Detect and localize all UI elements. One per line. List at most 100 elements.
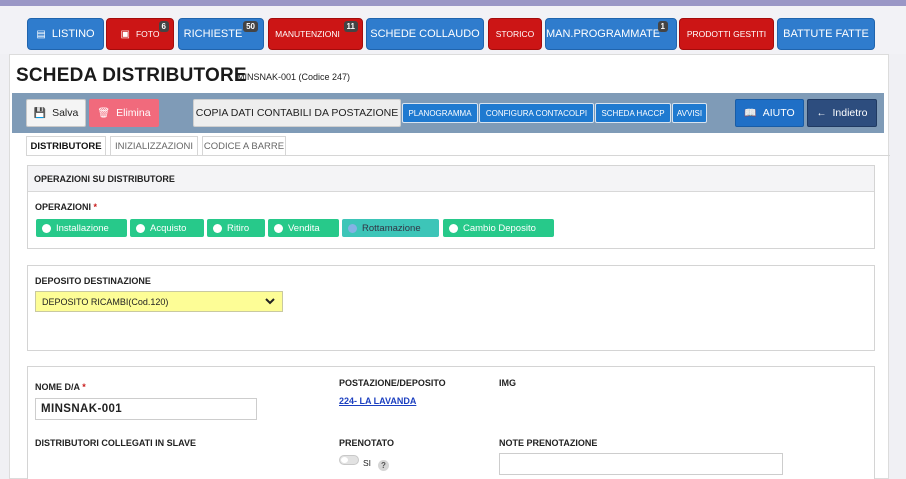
schede-collaudo-button[interactable]: SCHEDE COLLAUDO xyxy=(366,18,484,50)
manutenzioni-label: MANUTENZIONI xyxy=(275,29,340,39)
manutenzioni-button[interactable]: MANUTENZIONI 11 xyxy=(268,18,363,50)
radio-vendita[interactable]: Vendita xyxy=(268,219,339,237)
foto-label: FOTO xyxy=(135,29,160,39)
image-icon: ▣ xyxy=(120,28,130,40)
postazione-label: POSTAZIONE/DEPOSITO xyxy=(339,378,446,388)
deposito-label: DEPOSITO DESTINAZIONE xyxy=(35,276,151,286)
postazione-link[interactable]: 224- LA LAVANDA xyxy=(339,396,416,406)
tab-divider xyxy=(26,155,890,156)
chevron-down-icon xyxy=(265,297,275,307)
toggle-knob xyxy=(341,457,348,463)
planogramma-label: PLANOGRAMMA xyxy=(408,108,472,118)
foto-badge: 6 xyxy=(158,21,169,32)
radio-label: Cambio Deposito xyxy=(463,222,536,234)
prenotato-toggle[interactable] xyxy=(339,455,359,465)
radio-circle xyxy=(42,223,51,233)
prodotti-gestiti-label: PRODOTTI GESTITI xyxy=(686,29,767,39)
required-mark: * xyxy=(93,202,98,212)
radio-cambio-deposito[interactable]: Cambio Deposito xyxy=(443,219,554,237)
save-button[interactable]: 💾 Salva xyxy=(26,99,86,127)
dettagli-panel: NOME D/A * MINSNAK-001 POSTAZIONE/DEPOSI… xyxy=(27,366,875,479)
nome-label-text: NOME D/A xyxy=(35,382,80,392)
help-icon[interactable]: ? xyxy=(378,460,389,471)
man-programmate-label: MAN.PROGRAMMATE xyxy=(545,28,661,40)
battute-fatte-button[interactable]: BATTUTE FATTE xyxy=(777,18,875,50)
arrow-left-icon: ← xyxy=(816,107,827,119)
radio-installazione[interactable]: Installazione xyxy=(36,219,127,237)
manutenzioni-badge: 11 xyxy=(343,21,358,32)
radio-circle xyxy=(348,223,357,233)
img-label: IMG xyxy=(499,378,516,388)
prenotato-toggle-label: SI xyxy=(363,458,372,468)
main-card: SCHEDA DISTRIBUTORE MINSNAK-001 (Codice … xyxy=(9,54,890,479)
tab-codice-a-barre[interactable]: CODICE A BARRE xyxy=(202,136,286,156)
storico-button[interactable]: STORICO xyxy=(488,18,542,50)
listino-button[interactable]: ▤ LISTINO xyxy=(27,18,104,50)
radio-rottamazione[interactable]: Rottamazione xyxy=(342,219,439,237)
richieste-button[interactable]: RICHIESTE 50 xyxy=(178,18,264,50)
copia-dati-label: COPIA DATI CONTABILI DA POSTAZIONE xyxy=(195,107,399,119)
operazioni-label: OPERAZIONI * xyxy=(35,202,97,212)
storico-label: STORICO xyxy=(495,29,535,39)
save-icon: 💾 xyxy=(33,107,47,119)
deposito-panel: DEPOSITO DESTINAZIONE DEPOSITO RICAMBI(C… xyxy=(27,265,875,351)
radio-label: Ritiro xyxy=(227,222,250,234)
deposito-select[interactable]: DEPOSITO RICAMBI(Cod.120) xyxy=(35,291,283,312)
page-title: SCHEDA DISTRIBUTORE xyxy=(16,65,247,86)
radio-circle xyxy=(274,223,283,233)
prenotato-label: PRENOTATO xyxy=(339,438,395,448)
page-subtitle: MINSNAK-001 (Codice 247) xyxy=(237,72,351,82)
listino-label: LISTINO xyxy=(51,28,95,40)
back-label: Indietro xyxy=(832,107,868,119)
man-programmate-badge: 1 xyxy=(657,21,668,32)
delete-label: Elimina xyxy=(116,107,151,119)
configura-contacolpi-button[interactable]: CONFIGURA CONTACOLPI xyxy=(479,103,594,123)
prodotti-gestiti-button[interactable]: PRODOTTI GESTITI xyxy=(679,18,774,50)
trash-icon: 🗑 xyxy=(97,107,111,119)
list-icon: ▤ xyxy=(36,28,46,40)
tab-inizializzazioni[interactable]: INIZIALIZZAZIONI xyxy=(110,136,198,156)
copia-dati-button[interactable]: COPIA DATI CONTABILI DA POSTAZIONE xyxy=(193,99,401,127)
deposito-select-value: DEPOSITO RICAMBI(Cod.120) xyxy=(42,296,169,307)
radio-circle xyxy=(136,223,145,233)
operazioni-heading: OPERAZIONI SU DISTRIBUTORE xyxy=(28,166,874,192)
radio-acquisto[interactable]: Acquisto xyxy=(130,219,204,237)
action-toolbar: 💾 Salva 🗑 Elimina COPIA DATI CONTABILI D… xyxy=(12,93,884,133)
radio-label: Rottamazione xyxy=(362,222,421,234)
save-label: Salva xyxy=(52,107,79,119)
planogramma-button[interactable]: PLANOGRAMMA xyxy=(402,103,478,123)
avvisi-button[interactable]: AVVISI xyxy=(672,103,707,123)
radio-ritiro[interactable]: Ritiro xyxy=(207,219,265,237)
richieste-label: RICHIESTE xyxy=(183,28,243,40)
top-navbar: ▤ LISTINO ▣ FOTO 6 RICHIESTE 50 MANUTENZ… xyxy=(0,6,906,54)
operazioni-panel: OPERAZIONI SU DISTRIBUTORE OPERAZIONI * … xyxy=(27,165,875,249)
delete-button[interactable]: 🗑 Elimina xyxy=(89,99,159,127)
nome-label: NOME D/A * xyxy=(35,382,86,392)
schede-collaudo-label: SCHEDE COLLAUDO xyxy=(370,28,480,40)
operazioni-radio-group: Installazione Acquisto Ritiro Vendita Ro… xyxy=(36,219,636,237)
tab-distributore[interactable]: DISTRIBUTORE xyxy=(26,136,106,156)
radio-circle xyxy=(213,223,222,233)
aiuto-label: AIUTO xyxy=(762,107,795,119)
configura-contacolpi-label: CONFIGURA CONTACOLPI xyxy=(485,108,588,118)
slave-label: DISTRIBUTORI COLLEGATI IN SLAVE xyxy=(35,438,197,448)
aiuto-button[interactable]: 📖 AIUTO xyxy=(735,99,804,127)
radio-label: Installazione xyxy=(56,222,109,234)
radio-label: Vendita xyxy=(288,222,320,234)
book-icon: 📖 xyxy=(744,107,757,119)
scheda-haccp-label: SCHEDA HACCP xyxy=(601,108,665,118)
avvisi-label: AVVISI xyxy=(676,108,703,118)
operazioni-label-text: OPERAZIONI xyxy=(35,202,92,212)
nome-input[interactable]: MINSNAK-001 xyxy=(35,398,257,420)
richieste-badge: 50 xyxy=(243,21,258,32)
note-prenotazione-input[interactable] xyxy=(499,453,783,475)
foto-button[interactable]: ▣ FOTO 6 xyxy=(106,18,174,50)
scheda-haccp-button[interactable]: SCHEDA HACCP xyxy=(595,103,671,123)
radio-label: Acquisto xyxy=(150,222,187,234)
note-prenotazione-label: NOTE PRENOTAZIONE xyxy=(499,438,598,448)
radio-circle xyxy=(449,223,458,233)
man-programmate-button[interactable]: MAN.PROGRAMMATE 1 xyxy=(545,18,677,50)
back-button[interactable]: ← Indietro xyxy=(807,99,877,127)
required-mark: * xyxy=(82,382,86,392)
battute-fatte-label: BATTUTE FATTE xyxy=(783,28,869,40)
